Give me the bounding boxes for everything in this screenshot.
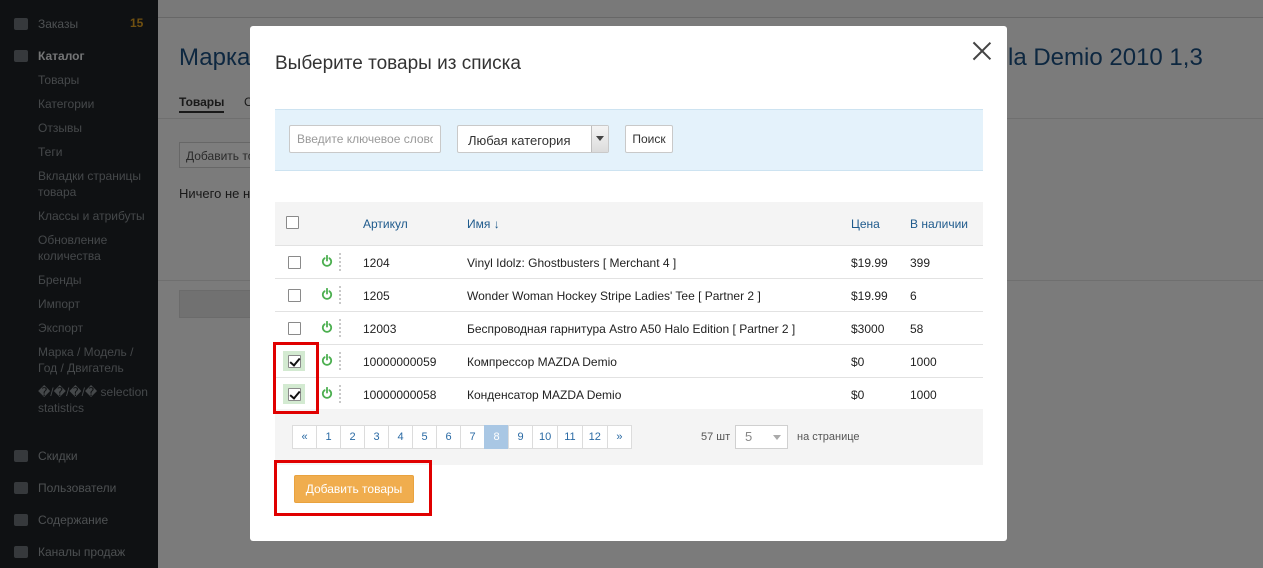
column-header-sku[interactable]: Артикул bbox=[363, 217, 408, 231]
row-checkbox[interactable] bbox=[288, 256, 301, 269]
page-link[interactable]: 4 bbox=[388, 425, 413, 449]
page-link[interactable]: 10 bbox=[532, 425, 559, 449]
drag-handle-icon[interactable] bbox=[339, 319, 341, 337]
row-price: $19.99 bbox=[851, 256, 888, 270]
page-link[interactable]: 2 bbox=[340, 425, 365, 449]
row-sku: 10000000058 bbox=[363, 388, 437, 402]
chevron-down-icon bbox=[591, 126, 608, 152]
row-sku: 1204 bbox=[363, 256, 390, 270]
drag-handle-icon[interactable] bbox=[339, 286, 341, 304]
drag-handle-icon[interactable] bbox=[339, 352, 341, 370]
page-link[interactable]: 12 bbox=[581, 425, 608, 449]
power-icon[interactable] bbox=[321, 255, 333, 267]
page-link[interactable]: 1 bbox=[316, 425, 341, 449]
page-link[interactable]: 9 bbox=[508, 425, 533, 449]
row-checkbox-wrap[interactable] bbox=[283, 318, 305, 338]
row-stock: 1000 bbox=[910, 355, 937, 369]
row-name[interactable]: Компрессор MAZDA Demio bbox=[467, 355, 617, 369]
row-sku: 12003 bbox=[363, 322, 397, 336]
pagination-bar: «1 2 3 4 5 6 7 8 9 10 11 12» 57 шт 5 на странице bbox=[275, 409, 983, 465]
per-page-select[interactable]: 5 bbox=[735, 425, 788, 449]
page-link[interactable]: 5 bbox=[412, 425, 437, 449]
modal-title: Выберите товары из списка bbox=[275, 53, 521, 74]
page-link[interactable]: 3 bbox=[364, 425, 389, 449]
row-price: $19.99 bbox=[851, 289, 888, 303]
per-page-value: 5 bbox=[745, 429, 753, 444]
table-header: Артикул Имя ↓ Цена В наличии bbox=[275, 202, 983, 245]
row-name[interactable]: Беспроводная гарнитура Astro A50 Halo Ed… bbox=[467, 322, 795, 336]
page-next[interactable]: » bbox=[606, 425, 632, 449]
row-checkbox-wrap[interactable] bbox=[283, 285, 305, 305]
row-stock: 1000 bbox=[910, 388, 937, 402]
row-name[interactable]: Конденсатор MAZDA Demio bbox=[467, 388, 621, 402]
select-all-checkbox[interactable] bbox=[286, 216, 299, 229]
highlight-add-button bbox=[274, 460, 432, 516]
row-checkbox-wrap[interactable] bbox=[283, 252, 305, 272]
drag-handle-icon[interactable] bbox=[339, 385, 341, 403]
filter-panel: Любая категория Поиск bbox=[275, 109, 983, 171]
search-button[interactable]: Поиск bbox=[625, 125, 673, 153]
table-row[interactable]: 12003 Беспроводная гарнитура Astro A50 Ha… bbox=[275, 311, 983, 344]
keyword-search-input[interactable] bbox=[289, 125, 441, 153]
page-link[interactable]: 6 bbox=[436, 425, 461, 449]
page-link[interactable]: 7 bbox=[460, 425, 485, 449]
table-row[interactable]: 10000000059 Компрессор MAZDA Demio $0 1000 bbox=[275, 344, 983, 377]
column-header-price[interactable]: Цена bbox=[851, 217, 880, 231]
table-row[interactable]: 1204 Vinyl Idolz: Ghostbusters [ Merchant… bbox=[275, 245, 983, 278]
row-checkbox[interactable] bbox=[288, 322, 301, 335]
row-checkbox[interactable] bbox=[288, 289, 301, 302]
total-count: 57 шт bbox=[701, 431, 731, 443]
row-price: $3000 bbox=[851, 322, 885, 336]
pagination: «1 2 3 4 5 6 7 8 9 10 11 12» bbox=[292, 425, 632, 449]
page-prev[interactable]: « bbox=[292, 425, 317, 449]
close-icon[interactable] bbox=[971, 40, 993, 62]
table-row[interactable]: 1205 Wonder Woman Hockey Stripe Ladies' T… bbox=[275, 278, 983, 311]
row-sku: 1205 bbox=[363, 289, 390, 303]
per-page-label: на странице bbox=[797, 431, 860, 443]
row-name[interactable]: Vinyl Idolz: Ghostbusters [ Merchant 4 ] bbox=[467, 256, 676, 270]
row-price: $0 bbox=[851, 388, 865, 402]
highlight-selected-checkboxes bbox=[273, 342, 319, 414]
power-icon[interactable] bbox=[321, 288, 333, 300]
power-icon[interactable] bbox=[321, 387, 333, 399]
row-sku: 10000000059 bbox=[363, 355, 437, 369]
column-header-name[interactable]: Имя ↓ bbox=[467, 217, 500, 231]
category-select[interactable]: Любая категория bbox=[457, 125, 609, 153]
chevron-down-icon bbox=[773, 435, 781, 440]
power-icon[interactable] bbox=[321, 321, 333, 333]
page-link[interactable]: 11 bbox=[557, 425, 583, 449]
row-stock: 58 bbox=[910, 322, 924, 336]
page-link[interactable]: 8 bbox=[484, 425, 509, 449]
category-select-value: Любая категория bbox=[468, 133, 571, 148]
row-stock: 6 bbox=[910, 289, 917, 303]
row-name[interactable]: Wonder Woman Hockey Stripe Ladies' Tee [… bbox=[467, 289, 761, 303]
row-price: $0 bbox=[851, 355, 865, 369]
drag-handle-icon[interactable] bbox=[339, 253, 341, 271]
column-header-stock[interactable]: В наличии bbox=[910, 217, 968, 231]
table-row[interactable]: 10000000058 Конденсатор MAZDA Demio $0 1000 bbox=[275, 377, 983, 410]
power-icon[interactable] bbox=[321, 354, 333, 366]
row-stock: 399 bbox=[910, 256, 931, 270]
